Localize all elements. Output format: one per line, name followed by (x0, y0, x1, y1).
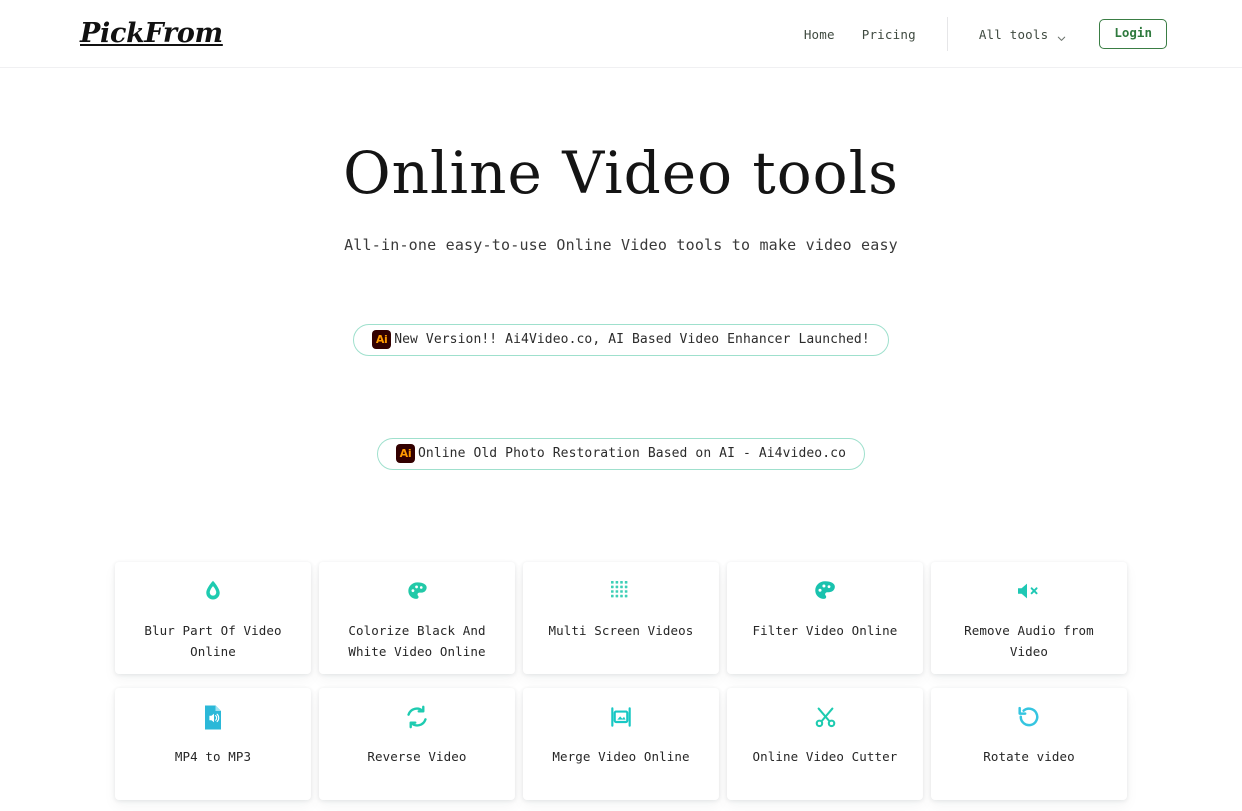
speaker-mute-icon (1013, 575, 1045, 607)
tool-card-colorize-bw-video[interactable]: Colorize Black And White Video Online (319, 562, 515, 674)
nav-link-pricing[interactable]: Pricing (862, 27, 916, 42)
tool-card-online-video-cutter[interactable]: Online Video Cutter (727, 688, 923, 800)
page-title: Online Video tools (343, 139, 899, 207)
tool-card-label: Remove Audio from Video (964, 623, 1094, 659)
login-button[interactable]: Login (1099, 19, 1167, 49)
nav-divider (946, 17, 948, 51)
tool-card-label: Rotate video (983, 749, 1075, 764)
tool-card-label: Colorize Black And White Video Online (348, 623, 486, 659)
ai-badge-icon: Ai (372, 330, 392, 350)
ai-badge-icon: Ai (395, 444, 415, 464)
promo-banner-ai4video[interactable]: Ai New Version!! Ai4Video.co, AI Based V… (353, 323, 889, 356)
promo-banner-photo-restoration[interactable]: Ai Online Old Photo Restoration Based on… (376, 437, 866, 470)
nav-all-tools-label: All tools (978, 26, 1049, 42)
main-navigation: Home Pricing All tools Login (804, 0, 1167, 68)
tool-card-label: Merge Video Online (552, 749, 690, 764)
chevron-down-icon (1056, 29, 1067, 41)
banner-area-secondary: Ai Online Old Photo Restoration Based on… (0, 356, 1242, 470)
tool-card-label: Filter Video Online (752, 623, 898, 638)
tool-card-label: Reverse Video (367, 749, 467, 764)
hero-section: Online Video tools All-in-one easy-to-us… (0, 139, 1242, 254)
rotate-ccw-icon (1013, 701, 1045, 733)
promo-banner-text: Online Old Photo Restoration Based on AI… (417, 446, 847, 462)
tool-card-label: MP4 to MP3 (174, 749, 252, 764)
tool-card-merge-video-online[interactable]: Merge Video Online (523, 688, 719, 800)
promo-banner-text: New Version!! Ai4Video.co, AI Based Vide… (394, 332, 870, 348)
site-header: PickFrom Home Pricing All tools Login (0, 0, 1242, 68)
site-logo[interactable]: PickFrom (80, 18, 223, 49)
palette-icon (401, 575, 433, 607)
tool-card-reverse-video[interactable]: Reverse Video (319, 688, 515, 800)
tool-card-multi-screen-videos[interactable]: Multi Screen Videos (523, 562, 719, 674)
tool-card-label: Multi Screen Videos (548, 623, 694, 638)
banner-area-primary: Ai New Version!! Ai4Video.co, AI Based V… (0, 254, 1242, 356)
tool-card-grid: Blur Part Of Video Online Colorize Black… (115, 562, 1127, 800)
tool-card-label: Blur Part Of Video Online (144, 623, 282, 659)
tool-card-remove-audio-from-video[interactable]: Remove Audio from Video (931, 562, 1127, 674)
water-drop-icon (197, 575, 229, 607)
tool-card-mp4-to-mp3[interactable]: MP4 to MP3 (115, 688, 311, 800)
merge-frame-icon (605, 701, 637, 733)
nav-dropdown-all-tools[interactable]: All tools (979, 27, 1068, 42)
tool-card-rotate-video[interactable]: Rotate video (931, 688, 1127, 800)
palette-icon (809, 575, 841, 607)
audio-file-icon (197, 701, 229, 733)
dot-grid-icon (605, 575, 637, 607)
tool-card-label: Online Video Cutter (752, 749, 898, 764)
tool-card-blur-part-of-video[interactable]: Blur Part Of Video Online (115, 562, 311, 674)
page-subtitle: All-in-one easy-to-use Online Video tool… (344, 235, 898, 254)
tool-card-filter-video-online[interactable]: Filter Video Online (727, 562, 923, 674)
scissors-icon (809, 701, 841, 733)
loop-refresh-icon (401, 701, 433, 733)
nav-link-home[interactable]: Home (804, 27, 835, 42)
